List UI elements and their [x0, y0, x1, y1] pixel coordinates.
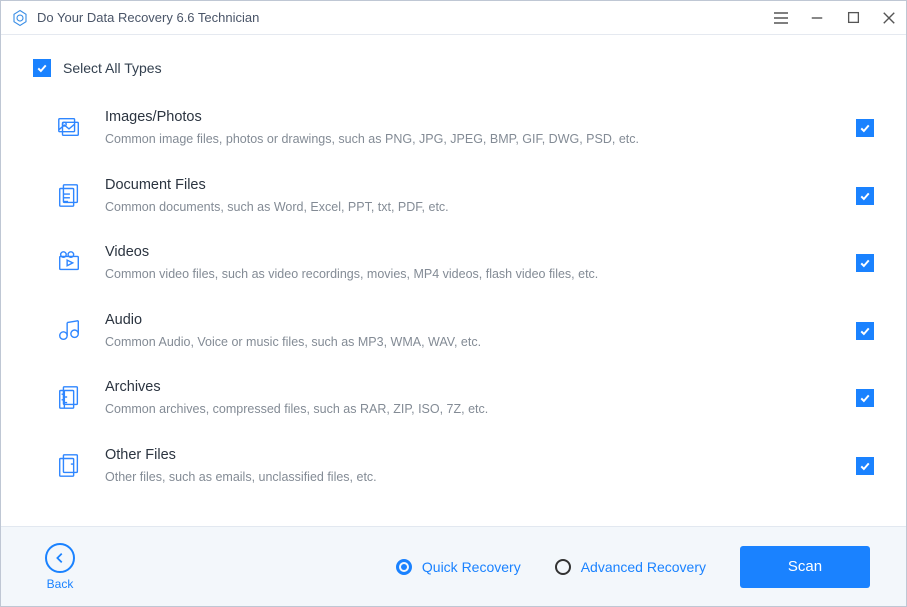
radio-unselected-icon	[555, 559, 571, 575]
type-desc: Common documents, such as Word, Excel, P…	[105, 199, 836, 217]
main-content: Select All Types Images/Photos Common im…	[1, 35, 906, 526]
maximize-button[interactable]	[844, 9, 862, 27]
type-title: Other Files	[105, 447, 836, 463]
back-label: Back	[47, 577, 74, 591]
advanced-recovery-radio[interactable]: Advanced Recovery	[555, 559, 706, 575]
recovery-mode-radio-group: Quick Recovery Advanced Recovery	[396, 559, 706, 575]
type-desc: Common video files, such as video record…	[105, 266, 836, 284]
footer: Back Quick Recovery Advanced Recovery Sc…	[1, 526, 906, 606]
select-all-label: Select All Types	[63, 60, 162, 76]
quick-recovery-radio[interactable]: Quick Recovery	[396, 559, 521, 575]
type-title: Videos	[105, 244, 836, 260]
back-button[interactable]: Back	[45, 543, 75, 591]
other-icon	[55, 451, 83, 479]
select-all-row: Select All Types	[33, 59, 874, 77]
audio-icon	[55, 316, 83, 344]
type-title: Audio	[105, 312, 836, 328]
type-desc: Common Audio, Voice or music files, such…	[105, 334, 836, 352]
type-checkbox-archives[interactable]	[856, 389, 874, 407]
type-title: Images/Photos	[105, 109, 836, 125]
type-desc: Common image files, photos or drawings, …	[105, 131, 836, 149]
quick-recovery-label: Quick Recovery	[422, 559, 521, 575]
video-icon	[55, 248, 83, 276]
type-row-audio: Audio Common Audio, Voice or music files…	[55, 298, 874, 366]
type-row-images: Images/Photos Common image files, photos…	[55, 95, 874, 163]
scan-button[interactable]: Scan	[740, 546, 870, 588]
app-title: Do Your Data Recovery 6.6 Technician	[37, 10, 772, 25]
type-title: Document Files	[105, 177, 836, 193]
archive-icon	[55, 383, 83, 411]
type-title: Archives	[105, 379, 836, 395]
window-controls	[772, 9, 898, 27]
image-icon	[55, 113, 83, 141]
close-button[interactable]	[880, 9, 898, 27]
type-row-archives: Archives Common archives, compressed fil…	[55, 365, 874, 433]
type-checkbox-documents[interactable]	[856, 187, 874, 205]
advanced-recovery-label: Advanced Recovery	[581, 559, 706, 575]
titlebar: Do Your Data Recovery 6.6 Technician	[1, 1, 906, 35]
type-row-other: Other Files Other files, such as emails,…	[55, 433, 874, 501]
type-checkbox-audio[interactable]	[856, 322, 874, 340]
type-desc: Other files, such as emails, unclassifie…	[105, 469, 836, 487]
type-row-videos: Videos Common video files, such as video…	[55, 230, 874, 298]
file-type-list: Images/Photos Common image files, photos…	[33, 95, 874, 500]
type-checkbox-images[interactable]	[856, 119, 874, 137]
app-logo-icon	[11, 9, 29, 27]
document-icon	[55, 181, 83, 209]
type-row-documents: Document Files Common documents, such as…	[55, 163, 874, 231]
select-all-checkbox[interactable]	[33, 59, 51, 77]
radio-selected-icon	[396, 559, 412, 575]
menu-icon[interactable]	[772, 9, 790, 27]
minimize-button[interactable]	[808, 9, 826, 27]
back-arrow-icon	[45, 543, 75, 573]
type-checkbox-videos[interactable]	[856, 254, 874, 272]
type-desc: Common archives, compressed files, such …	[105, 401, 836, 419]
type-checkbox-other[interactable]	[856, 457, 874, 475]
